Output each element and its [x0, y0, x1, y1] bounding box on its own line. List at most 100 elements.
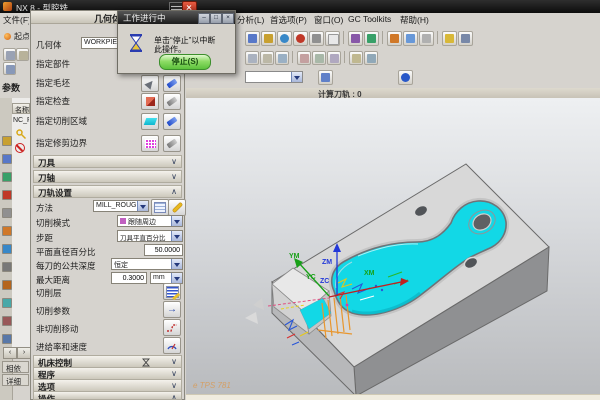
menu-help[interactable]: 帮助(H): [400, 14, 429, 26]
toolbar-icon[interactable]: [387, 31, 402, 46]
section-tool-axis[interactable]: 刀轴∨: [33, 170, 182, 183]
highlight-check-button[interactable]: [163, 93, 181, 110]
section-path-settings[interactable]: 刀轨设置∧: [33, 185, 182, 198]
toolbar-icon[interactable]: [327, 51, 341, 65]
section-tool[interactable]: 刀具∨: [33, 155, 182, 168]
resource-bar-icon[interactable]: [2, 280, 12, 290]
resource-bar-icon[interactable]: [2, 316, 12, 326]
feeds-speeds-button[interactable]: [163, 337, 181, 354]
cut-pattern-label: 切削模式: [36, 217, 70, 229]
toolbar-icon[interactable]: [312, 51, 326, 65]
tab-dependencies[interactable]: 相依: [2, 361, 29, 373]
toolbar-icon[interactable]: [349, 51, 363, 65]
graphics-viewport[interactable]: YM YC ZM ZC XM: [186, 98, 600, 394]
max-distance-input[interactable]: [111, 272, 147, 284]
toolbar-icon[interactable]: [419, 31, 434, 46]
resource-bar-icon[interactable]: [2, 208, 12, 218]
cut-parameters-button[interactable]: →: [163, 301, 181, 318]
toolbar-icon[interactable]: [364, 31, 379, 46]
toolbar-icon[interactable]: [348, 31, 363, 46]
resource-bar-icon[interactable]: [2, 154, 12, 164]
edit-method-button[interactable]: [151, 199, 169, 216]
toolbar-icon[interactable]: [403, 31, 418, 46]
select-cut-area-button[interactable]: [141, 113, 159, 130]
chevron-up-icon: ∧: [171, 393, 177, 400]
tab-details[interactable]: 详细: [2, 374, 29, 386]
cut-parameters-label: 切削参数: [36, 305, 70, 317]
axis-label-zc: ZC: [320, 278, 329, 285]
menu-analysis[interactable]: 分析(L): [237, 14, 264, 26]
resource-bar-icon[interactable]: [2, 190, 12, 200]
section-actions[interactable]: 操作∧: [33, 391, 182, 400]
resource-bar-icon[interactable]: [2, 226, 12, 236]
resource-bar-icon[interactable]: [2, 172, 12, 182]
toolbar-icon[interactable]: [3, 62, 16, 75]
stop-button[interactable]: 停止(S): [159, 54, 211, 70]
feeds-speeds-label: 进给率和速度: [36, 341, 87, 353]
method-dropdown[interactable]: MILL_ROUGH: [93, 200, 149, 212]
stepover-label: 步距: [36, 232, 53, 244]
view-filter-combobox[interactable]: [245, 71, 303, 83]
highlight-blank-button[interactable]: [163, 75, 181, 92]
resource-bar-icon[interactable]: [2, 262, 12, 272]
toolbar-icon[interactable]: [325, 31, 340, 46]
cut-levels-button[interactable]: [163, 283, 181, 300]
toolbar-icon[interactable]: [293, 31, 308, 46]
dialog-minimize-icon[interactable]: –: [198, 13, 210, 24]
nx-application-window: NX 8 - 型腔铣 文件(F) 分析(L) 首选项(P) 窗口(O) GC T…: [0, 0, 600, 400]
axis-label-yc: YC: [306, 274, 316, 281]
toolbar-icon[interactable]: [275, 51, 289, 65]
highlight-trim-button[interactable]: [163, 135, 181, 152]
dialog-maximize-icon[interactable]: □: [210, 13, 222, 24]
toolbar-icon[interactable]: [261, 31, 276, 46]
navigator-prev-button[interactable]: ‹: [3, 347, 17, 359]
toolbar-icon[interactable]: [260, 51, 274, 65]
percent-diameter-label: 平面直径百分比: [36, 246, 96, 258]
resource-bar-icon[interactable]: [2, 136, 12, 146]
toolbar-icon[interactable]: [245, 31, 260, 46]
stepover-dropdown[interactable]: 刀具平直百分比: [117, 230, 183, 242]
resource-bar-icon[interactable]: [2, 298, 12, 308]
snap-point-icon[interactable]: [4, 33, 11, 40]
navigator-name-column-header[interactable]: 名称: [12, 103, 30, 114]
snap-start-point-label[interactable]: 起点: [14, 31, 29, 42]
resource-bar-icon[interactable]: [2, 244, 12, 254]
toolbar-icon[interactable]: [309, 31, 324, 46]
toolbar-icon[interactable]: [364, 51, 378, 65]
highlight-cut-area-button[interactable]: [163, 113, 181, 130]
specify-blank-label: 指定毛坯: [36, 77, 70, 89]
resource-bar-icon[interactable]: [2, 334, 12, 344]
navigator-next-button[interactable]: ›: [17, 347, 31, 359]
toolbar-icon[interactable]: [245, 51, 259, 65]
depth-per-cut-dropdown[interactable]: 恒定: [111, 258, 183, 270]
depth-per-cut-label: 每刀的公共深度: [36, 260, 96, 272]
percent-diameter-input[interactable]: [144, 244, 183, 256]
toolbar-icon[interactable]: [3, 48, 16, 61]
toolbar-icon[interactable]: [297, 51, 311, 65]
menu-window[interactable]: 窗口(O): [314, 14, 343, 26]
toolbar-icon[interactable]: [458, 31, 473, 46]
no-entry-icon: [15, 143, 25, 153]
hourglass-icon: [128, 33, 144, 53]
specify-check-label: 指定检查: [36, 95, 70, 107]
dialog-close-icon[interactable]: ×: [222, 13, 234, 24]
toolbar-icon[interactable]: [277, 31, 292, 46]
select-trim-button[interactable]: [141, 135, 159, 152]
toolbar-icon[interactable]: [318, 70, 333, 85]
hourglass-icon: [142, 358, 150, 367]
menu-preferences[interactable]: 首选项(P): [270, 14, 307, 26]
cut-pattern-dropdown[interactable]: 跟随周边: [117, 215, 183, 227]
toolbar-icon[interactable]: [398, 70, 413, 85]
non-cutting-moves-button[interactable]: [163, 319, 181, 336]
select-check-button[interactable]: [141, 93, 159, 110]
menu-file[interactable]: 文件(F): [3, 14, 29, 26]
specify-part-label: 指定部件: [36, 58, 70, 70]
menu-gc-toolkits[interactable]: GC Toolkits: [348, 14, 391, 24]
toolbar-icon[interactable]: [442, 31, 457, 46]
cut-levels-label: 切削层: [36, 287, 62, 299]
toolbar-icon[interactable]: [16, 48, 29, 61]
specify-cut-area-label: 指定切削区域: [36, 115, 87, 127]
navigator-tree-node[interactable]: NC_P: [13, 117, 29, 124]
select-blank-button[interactable]: [141, 75, 159, 92]
method-tools-button[interactable]: [168, 199, 186, 216]
